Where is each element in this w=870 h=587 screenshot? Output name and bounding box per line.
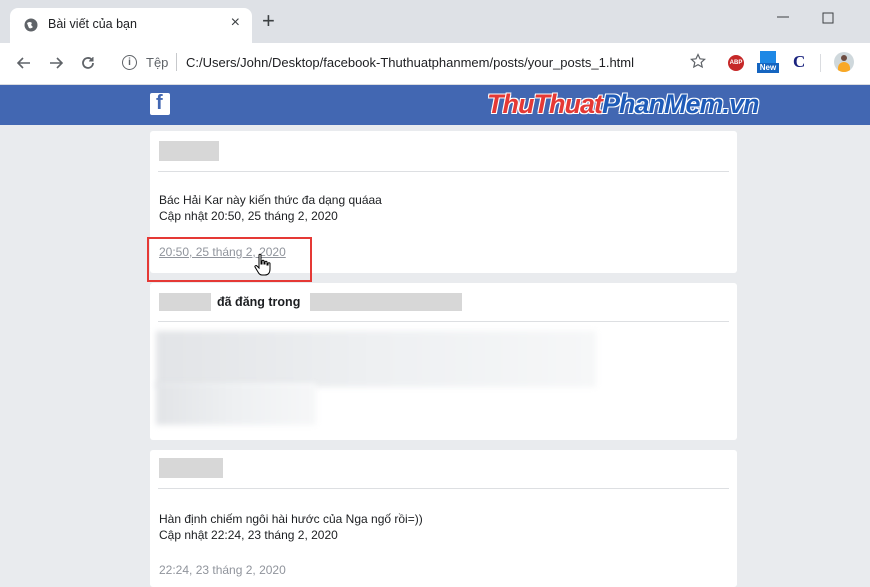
tab-strip: Bài viết của bạn × +	[0, 0, 870, 43]
post-updated: Cập nhật 20:50, 25 tháng 2, 2020	[159, 209, 338, 223]
reload-icon[interactable]	[80, 55, 96, 71]
facebook-logo[interactable]: f	[150, 92, 170, 115]
address-bar[interactable]: i Tệp C:/Users/John/Desktop/facebook-Thu…	[112, 48, 712, 78]
abp-icon[interactable]: ABP	[728, 55, 744, 71]
new-label: New	[757, 63, 779, 73]
tab-close-button[interactable]: ×	[231, 14, 240, 32]
profile-avatar[interactable]	[834, 52, 854, 72]
blurred-author-name	[159, 293, 211, 311]
new-icon[interactable]: New	[757, 51, 779, 73]
blurred-shared-content	[156, 383, 316, 425]
facebook-header: f ThuThuatPhanMem.vn	[0, 85, 870, 125]
blurred-author-name	[159, 141, 219, 161]
blurred-group-name	[310, 293, 462, 311]
post-updated: Cập nhật 22:24, 23 tháng 2, 2020	[159, 528, 338, 542]
blurred-author-name	[159, 458, 223, 478]
back-icon[interactable]	[16, 55, 32, 71]
browser-toolbar: i Tệp C:/Users/John/Desktop/facebook-Thu…	[0, 43, 870, 85]
globe-icon	[24, 18, 38, 32]
maximize-icon[interactable]	[822, 12, 834, 24]
blurred-shared-content	[156, 331, 596, 387]
new-tab-button[interactable]: +	[262, 10, 275, 32]
c-icon[interactable]: C	[793, 52, 805, 72]
minimize-icon[interactable]	[776, 12, 790, 22]
post-action: đã đăng trong	[217, 295, 301, 309]
tab-title: Bài viết của bạn	[48, 17, 137, 31]
brand-part3: .vn	[722, 89, 760, 119]
browser-tab[interactable]: Bài viết của bạn ×	[10, 8, 252, 43]
post-card: Hàn định chiếm ngôi hài hước của Nga ngố…	[150, 450, 737, 587]
hand-cursor-icon	[254, 253, 271, 276]
scheme-label: Tệp	[146, 55, 169, 70]
forward-icon[interactable]	[48, 55, 64, 71]
post-timestamp-link[interactable]: 22:24, 23 tháng 2, 2020	[159, 563, 286, 577]
post-card: đã đăng trong	[150, 283, 737, 440]
bookmark-star-icon[interactable]	[690, 53, 706, 69]
info-icon[interactable]: i	[122, 55, 137, 70]
highlight-box	[147, 237, 312, 282]
post-text: Bác Hải Kar này kiến thức đa dạng quáaa	[159, 193, 382, 207]
post-divider	[158, 171, 729, 172]
url-text[interactable]: C:/Users/John/Desktop/facebook-Thuthuatp…	[186, 55, 634, 70]
omnibox-separator	[176, 53, 177, 71]
facebook-logo-letter: f	[156, 92, 163, 114]
post-divider	[158, 488, 729, 489]
brand-part2: PhanMem	[601, 89, 724, 119]
post-divider	[158, 321, 729, 322]
toolbar-divider	[820, 54, 821, 72]
post-text: Hàn định chiếm ngôi hài hước của Nga ngố…	[159, 512, 423, 526]
brand-part1: ThuThuat	[487, 89, 603, 119]
thuthuatphanmem-watermark: ThuThuatPhanMem.vn	[487, 89, 760, 120]
